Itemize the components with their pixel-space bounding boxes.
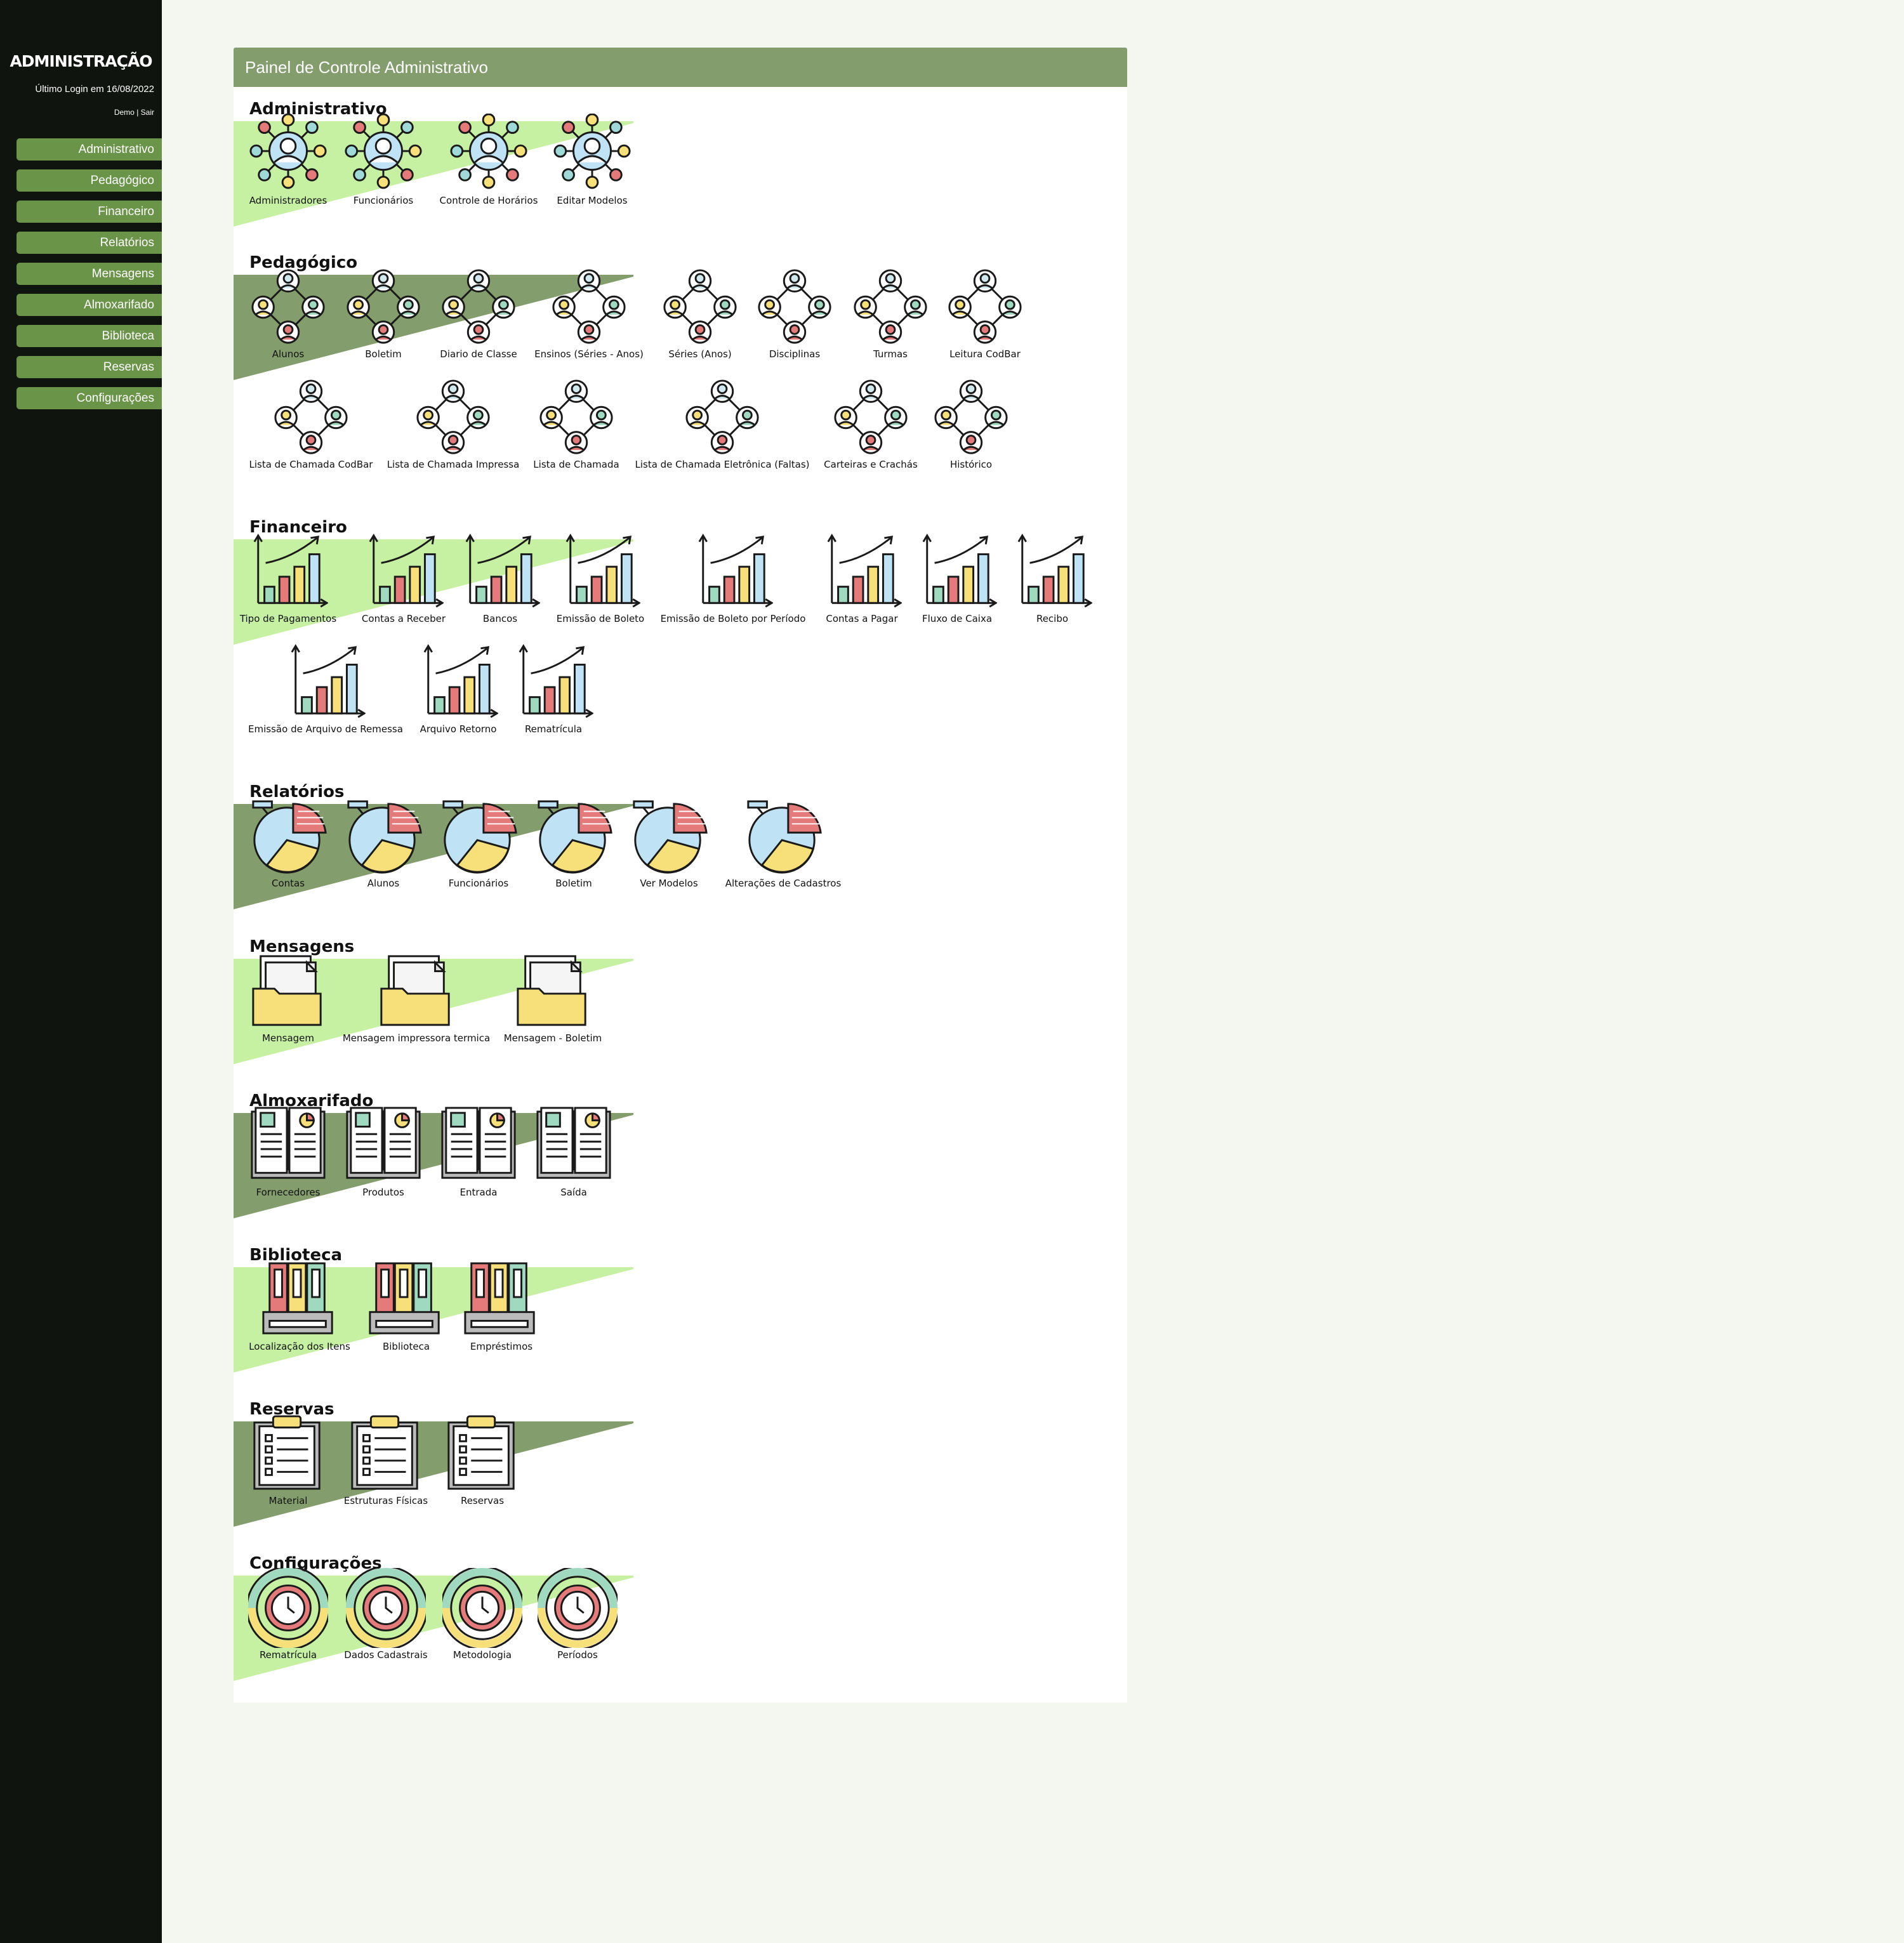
sidebar-item-reservas[interactable]: Reservas: [17, 356, 162, 378]
tile-label: Histórico: [949, 459, 993, 470]
sidebar-item-almoxarifado[interactable]: Almoxarifado: [17, 294, 162, 316]
sidebar-item-financeiro[interactable]: Financeiro: [17, 201, 162, 223]
tile-configuracoes-periodos[interactable]: Períodos: [482, 1568, 673, 1661]
tile-label: Recibo: [1036, 613, 1069, 624]
group-users-icon: [274, 379, 348, 454]
open-book-report-icon: [536, 1107, 611, 1179]
sidebar: ADMINISTRAÇÃO Último Login em 16/08/2022…: [0, 0, 162, 1943]
tile-label: Empréstimos: [470, 1341, 533, 1352]
bar-chart-growth-icon: [698, 534, 773, 608]
section-almoxarifado: Almoxarifado Fornecedores Produtos Entra…: [234, 1091, 1127, 1231]
bar-chart-growth-icon: [291, 644, 366, 718]
sidebar-item-configuracoes[interactable]: Configurações: [17, 387, 162, 409]
tile-label: Períodos: [557, 1649, 598, 1661]
sidebar-item-pedagogico[interactable]: Pedagógico: [17, 169, 162, 192]
tile-administrativo-editar-modelos[interactable]: Editar Modelos: [497, 114, 687, 206]
section-reservas: Reservas Material Estruturas Físicas Res…: [234, 1400, 1127, 1539]
sidebar-item-administrativo[interactable]: Administrativo: [17, 138, 162, 161]
brand-title: ADMINISTRAÇÃO: [10, 52, 152, 70]
tile-label: Editar Modelos: [557, 195, 628, 206]
binders-shelf-icon: [464, 1262, 535, 1334]
section-administrativo: Administrativo Administradores Funcionár…: [234, 100, 1127, 239]
user-links: Demo | Sair: [114, 108, 154, 117]
bar-chart-growth-icon: [519, 644, 593, 718]
clipboard-checklist-icon: [447, 1415, 515, 1490]
network-users-icon: [553, 114, 631, 189]
group-users-icon: [685, 379, 759, 454]
tile-pedagogico-leitura-codbar[interactable]: Leitura CodBar: [890, 267, 1080, 360]
panel-title: Painel de Controle Administrativo: [234, 48, 1127, 87]
admin-panel: Painel de Controle Administrativo Admini…: [234, 48, 1127, 1703]
section-biblioteca: Biblioteca Localização dos Itens Bibliot…: [234, 1246, 1127, 1385]
section-mensagens: Mensagens Mensagem Mensagem impressora t…: [234, 937, 1127, 1077]
group-users-icon: [934, 379, 1008, 454]
group-users-icon: [539, 379, 613, 454]
sidebar-item-relatorios[interactable]: Relatórios: [17, 232, 162, 254]
sidebar-item-biblioteca[interactable]: Biblioteca: [17, 325, 162, 347]
folder-documents-icon: [380, 955, 450, 1026]
tile-label: Rematrícula: [524, 723, 583, 735]
pie-chart-icon: [747, 800, 822, 874]
tile-label: Saída: [560, 1187, 587, 1198]
section-financeiro: Financeiro Tipo de Pagamentos Contas a R…: [234, 518, 1127, 759]
logout-link[interactable]: Sair: [141, 108, 154, 117]
tile-reservas-reservas[interactable]: Reservas: [387, 1414, 578, 1506]
section-relatorios: Relatórios Contas Alunos Funcionários Bo…: [234, 782, 1127, 922]
section-configuracoes: Configurações Rematrícula Dados Cadastra…: [234, 1554, 1127, 1694]
tile-biblioteca-emprestimos[interactable]: Empréstimos: [406, 1260, 597, 1352]
tile-financeiro-recibo[interactable]: Recibo: [957, 532, 1147, 624]
folder-documents-icon: [517, 955, 586, 1026]
folder-documents-icon: [252, 955, 322, 1026]
last-login-text: Último Login em 16/08/2022: [35, 84, 154, 95]
tile-almoxarifado-saida[interactable]: Saída: [479, 1105, 669, 1198]
tile-label: Reservas: [460, 1495, 505, 1506]
group-users-icon: [948, 269, 1022, 344]
bar-chart-growth-icon: [1017, 534, 1092, 608]
tile-financeiro-rematricula[interactable]: Rematrícula: [458, 642, 649, 735]
tile-label: Alterações de Cadastros: [725, 878, 842, 889]
tile-mensagens-mensagem-boletim[interactable]: Mensagem - Boletim: [458, 951, 648, 1044]
sidebar-item-mensagens[interactable]: Mensagens: [17, 263, 162, 285]
clock-cycle-icon: [538, 1568, 618, 1648]
tile-label: Mensagem - Boletim: [503, 1032, 602, 1044]
section-pedagogico: Pedagógico Alunos Boletim Diario de Clas…: [234, 253, 1127, 494]
bar-chart-growth-icon: [565, 534, 640, 608]
tile-label: Leitura CodBar: [949, 348, 1021, 360]
tile-pedagogico-historico[interactable]: Histórico: [876, 378, 1066, 470]
user-name-link[interactable]: Demo: [114, 108, 135, 117]
user-links-separator: |: [134, 108, 141, 117]
tile-relatorios-alteracoes-de-cadastros[interactable]: Alterações de Cadastros: [688, 796, 878, 889]
